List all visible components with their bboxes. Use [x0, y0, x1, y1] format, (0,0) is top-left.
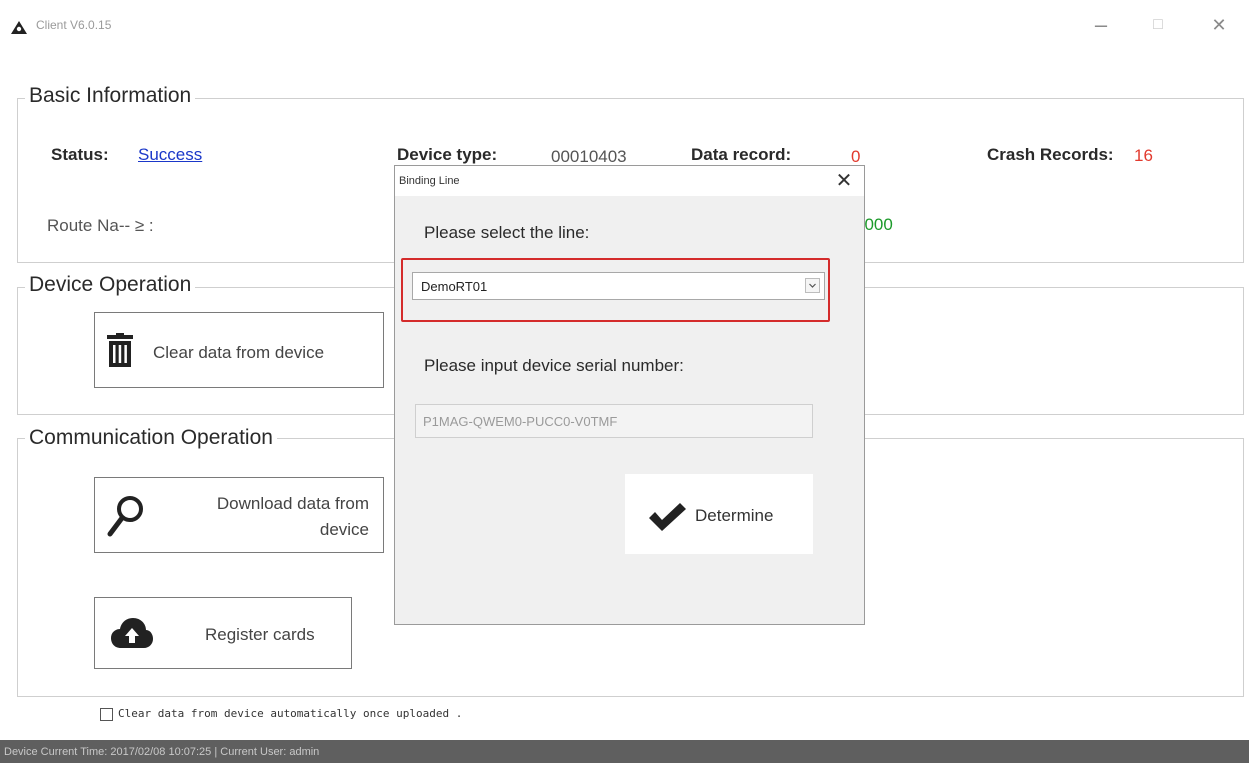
- basic-information-title: Basic Information: [25, 84, 196, 108]
- app-logo-icon: [11, 21, 27, 34]
- device-type-label: Device type:: [397, 145, 498, 164]
- status-bar: Device Current Time: 2017/02/08 10:07:25…: [0, 740, 1249, 763]
- status-bar-text: Device Current Time: 2017/02/08 10:07:25…: [4, 746, 320, 758]
- clear-data-button[interactable]: Clear data from device: [94, 312, 384, 388]
- route-name-label: Route Na‐‐ ≥ :: [47, 216, 154, 235]
- cloud-upload-icon: [111, 618, 153, 648]
- auto-clear-checkbox[interactable]: [100, 708, 113, 721]
- serial-number-label: Please input device serial number:: [424, 356, 684, 375]
- download-data-label-line1: Download data from: [216, 494, 369, 513]
- binding-line-dialog: Binding Line ✕ Please select the line: D…: [394, 165, 865, 625]
- serial-number-value: P1MAG-QWEM0-PUCC0-V0TMF: [423, 414, 618, 429]
- crash-records-label: Crash Records:: [987, 145, 1114, 164]
- minimize-button[interactable]: –: [1084, 10, 1118, 40]
- device-type-value: 00010403: [551, 147, 627, 166]
- crash-records-value: 16: [1134, 146, 1153, 165]
- download-data-button[interactable]: Download data from device: [94, 477, 384, 553]
- register-cards-label: Register cards: [205, 625, 315, 644]
- search-icon: [107, 496, 143, 537]
- clear-data-label: Clear data from device: [153, 343, 325, 362]
- data-record-value: 0: [851, 147, 861, 166]
- checkmark-icon: [649, 503, 686, 531]
- chevron-down-icon[interactable]: [805, 278, 820, 293]
- auto-clear-label: Clear data from device automatically onc…: [118, 707, 463, 720]
- register-cards-button[interactable]: Register cards: [94, 597, 352, 669]
- device-operation-title: Device Operation: [25, 273, 196, 297]
- status-value-link[interactable]: Success: [138, 145, 202, 165]
- dialog-close-icon[interactable]: ✕: [829, 167, 859, 195]
- window-title: Client V6.0.15: [36, 18, 112, 32]
- download-data-label-line2: device: [319, 520, 369, 539]
- trash-icon: [107, 333, 133, 367]
- determine-button[interactable]: Determine: [624, 473, 814, 555]
- dialog-titlebar: Binding Line ✕: [395, 166, 864, 196]
- line-select[interactable]: DemoRT01: [412, 272, 825, 300]
- data-record-label: Data record:: [691, 145, 792, 164]
- dialog-title: Binding Line: [399, 175, 460, 187]
- maximize-button[interactable]: □: [1141, 10, 1175, 40]
- communication-operation-title: Communication Operation: [25, 426, 277, 450]
- status-label: Status:: [51, 145, 109, 164]
- serial-number-input[interactable]: P1MAG-QWEM0-PUCC0-V0TMF: [415, 404, 813, 438]
- select-line-label: Please select the line:: [424, 223, 590, 242]
- line-select-value: DemoRT01: [421, 279, 488, 294]
- determine-label: Determine: [695, 506, 774, 525]
- close-button[interactable]: ✕: [1202, 10, 1236, 40]
